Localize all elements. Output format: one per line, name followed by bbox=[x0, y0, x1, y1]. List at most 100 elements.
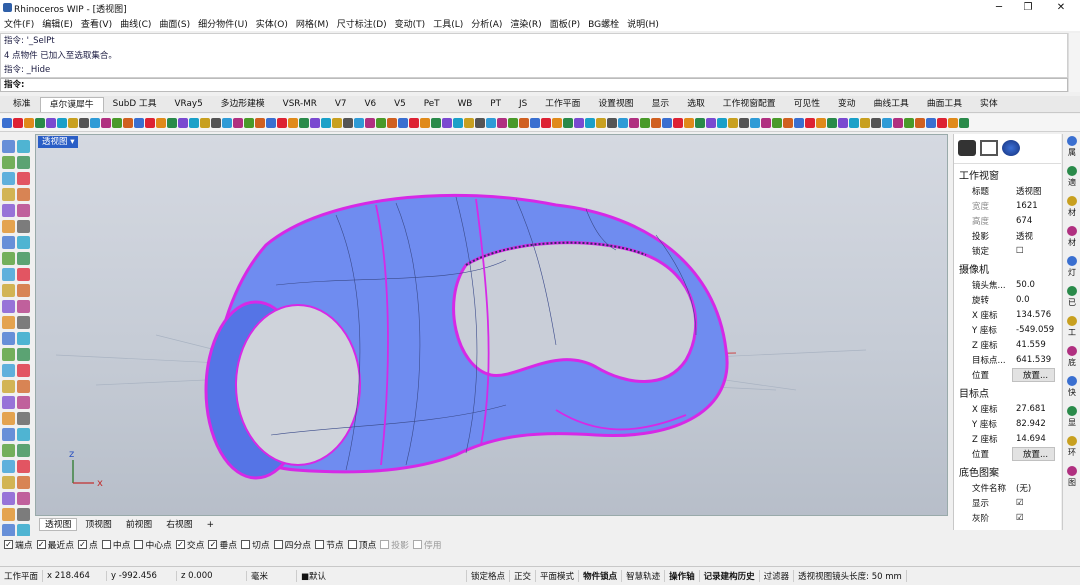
close-button[interactable]: ✕ bbox=[1048, 0, 1074, 15]
menu-render[interactable]: 渲染(R) bbox=[510, 17, 541, 30]
toolbar-tool-icon[interactable] bbox=[354, 117, 364, 128]
toolbar-tool-icon[interactable] bbox=[585, 117, 595, 128]
osnap-1[interactable]: ✓ 最近点 bbox=[36, 538, 74, 551]
menu-tools[interactable]: 工具(L) bbox=[433, 17, 463, 30]
status-unit[interactable]: 毫米 bbox=[247, 570, 298, 582]
toolbar-tool-icon[interactable] bbox=[816, 117, 826, 128]
toolbar-tool-icon[interactable] bbox=[915, 117, 925, 128]
osnap-checkbox[interactable] bbox=[273, 539, 283, 549]
tab-zhuoermo[interactable]: 卓尔谟犀牛 bbox=[39, 97, 104, 112]
property-value[interactable]: 50.0 bbox=[1012, 280, 1061, 290]
minimize-button[interactable]: ─ bbox=[986, 0, 1012, 15]
toolbar-tool-icon[interactable] bbox=[926, 117, 936, 128]
tab-v7[interactable]: V7 bbox=[326, 97, 356, 112]
osnap-checkbox[interactable]: ✓ bbox=[208, 539, 218, 549]
viewport-tab-right[interactable]: 右视图 bbox=[160, 518, 198, 531]
left-tool-icon[interactable] bbox=[17, 364, 30, 377]
toolbar-tool-icon[interactable] bbox=[123, 117, 133, 128]
property-value[interactable]: ☑ bbox=[1012, 498, 1061, 508]
osnap-12[interactable]: 停用 bbox=[412, 538, 442, 551]
tab-setview[interactable]: 设置视图 bbox=[589, 97, 642, 112]
tab-cplane[interactable]: 工作平面 bbox=[536, 97, 589, 112]
menu-curve[interactable]: 曲线(C) bbox=[120, 17, 151, 30]
left-tool-icon[interactable] bbox=[2, 204, 15, 217]
left-tool-icon[interactable] bbox=[17, 300, 30, 313]
property-value[interactable]: (无) bbox=[1012, 482, 1061, 494]
toolbar-tool-icon[interactable] bbox=[112, 117, 122, 128]
property-value[interactable]: 674 bbox=[1012, 216, 1061, 226]
menu-surface[interactable]: 曲面(S) bbox=[159, 17, 190, 30]
property-value[interactable]: 27.681 bbox=[1012, 404, 1061, 414]
osnap-checkbox[interactable] bbox=[412, 539, 422, 549]
toolbar-tool-icon[interactable] bbox=[552, 117, 562, 128]
toolbar-tool-icon[interactable] bbox=[453, 117, 463, 128]
toolbar-tool-icon[interactable] bbox=[68, 117, 78, 128]
toolbar-tool-icon[interactable] bbox=[530, 117, 540, 128]
tab-v5[interactable]: V5 bbox=[385, 97, 415, 112]
toolbar-tool-icon[interactable] bbox=[860, 117, 870, 128]
osnap-checkbox[interactable] bbox=[241, 539, 251, 549]
status-filter[interactable]: 过滤器 bbox=[760, 570, 795, 582]
left-tool-icon[interactable] bbox=[2, 460, 15, 473]
left-tool-icon[interactable] bbox=[17, 316, 30, 329]
osnap-checkbox[interactable] bbox=[315, 539, 325, 549]
property-value[interactable]: 透视 bbox=[1012, 230, 1061, 242]
toolbar-tool-icon[interactable] bbox=[211, 117, 221, 128]
toolbar-tool-icon[interactable] bbox=[739, 117, 749, 128]
menu-file[interactable]: 文件(F) bbox=[4, 17, 34, 30]
toolbar-tool-icon[interactable] bbox=[541, 117, 551, 128]
panel-tab-1[interactable]: 適 bbox=[1065, 166, 1079, 194]
left-tool-icon[interactable] bbox=[2, 156, 15, 169]
osnap-checkbox[interactable]: ✓ bbox=[78, 539, 88, 549]
toolbar-tool-icon[interactable] bbox=[398, 117, 408, 128]
toolbar-tool-icon[interactable] bbox=[486, 117, 496, 128]
tab-display[interactable]: 显示 bbox=[643, 97, 679, 112]
property-value[interactable]: 641.539 bbox=[1012, 355, 1061, 365]
left-tool-icon[interactable] bbox=[2, 396, 15, 409]
toolbar-tool-icon[interactable] bbox=[145, 117, 155, 128]
left-tool-icon[interactable] bbox=[2, 508, 15, 521]
panel-tab-11[interactable]: 图 bbox=[1065, 466, 1079, 494]
toolbar-tool-icon[interactable] bbox=[431, 117, 441, 128]
toolbar-tool-icon[interactable] bbox=[167, 117, 177, 128]
tab-surface-tools[interactable]: 曲面工具 bbox=[918, 97, 971, 112]
property-value[interactable]: 放置... bbox=[1012, 367, 1055, 382]
tab-polymodel[interactable]: 多边形建模 bbox=[212, 97, 274, 112]
toolbar-tool-icon[interactable] bbox=[376, 117, 386, 128]
toolbar-tool-icon[interactable] bbox=[673, 117, 683, 128]
toolbar-tool-icon[interactable] bbox=[288, 117, 298, 128]
toolbar-tool-icon[interactable] bbox=[761, 117, 771, 128]
toolbar-tool-icon[interactable] bbox=[299, 117, 309, 128]
tab-subd[interactable]: SubD 工具 bbox=[104, 97, 166, 112]
toolbar-tool-icon[interactable] bbox=[684, 117, 694, 128]
toolbar-tool-icon[interactable] bbox=[255, 117, 265, 128]
property-value[interactable]: -549.059 bbox=[1012, 325, 1061, 335]
toolbar-tool-icon[interactable] bbox=[893, 117, 903, 128]
menu-solid[interactable]: 实体(O) bbox=[256, 17, 288, 30]
left-tool-icon[interactable] bbox=[2, 236, 15, 249]
tab-wb[interactable]: WB bbox=[449, 97, 482, 112]
left-tool-icon[interactable] bbox=[2, 428, 15, 441]
osnap-checkbox[interactable] bbox=[134, 539, 144, 549]
toolbar-tool-icon[interactable] bbox=[244, 117, 254, 128]
toolbar-tool-icon[interactable] bbox=[156, 117, 166, 128]
tab-viewport-layout[interactable]: 工作视窗配置 bbox=[714, 97, 785, 112]
tab-pet[interactable]: PeT bbox=[415, 97, 449, 112]
left-tool-icon[interactable] bbox=[2, 380, 15, 393]
osnap-checkbox[interactable] bbox=[101, 539, 111, 549]
toolbar-tool-icon[interactable] bbox=[706, 117, 716, 128]
left-tool-icon[interactable] bbox=[17, 140, 30, 153]
left-tool-icon[interactable] bbox=[17, 460, 30, 473]
toolbar-tool-icon[interactable] bbox=[332, 117, 342, 128]
tab-vsr[interactable]: VSR-MR bbox=[274, 97, 326, 112]
osnap-6[interactable]: ✓ 垂点 bbox=[208, 538, 237, 551]
osnap-10[interactable]: 顶点 bbox=[347, 538, 376, 551]
left-tool-icon[interactable] bbox=[2, 252, 15, 265]
left-tool-icon[interactable] bbox=[17, 508, 30, 521]
left-tool-icon[interactable] bbox=[2, 316, 15, 329]
left-tool-icon[interactable] bbox=[2, 476, 15, 489]
camera-icon[interactable] bbox=[958, 140, 976, 156]
tab-pt[interactable]: PT bbox=[481, 97, 510, 112]
toolbar-tool-icon[interactable] bbox=[134, 117, 144, 128]
command-input[interactable]: 指令: bbox=[0, 78, 1068, 92]
